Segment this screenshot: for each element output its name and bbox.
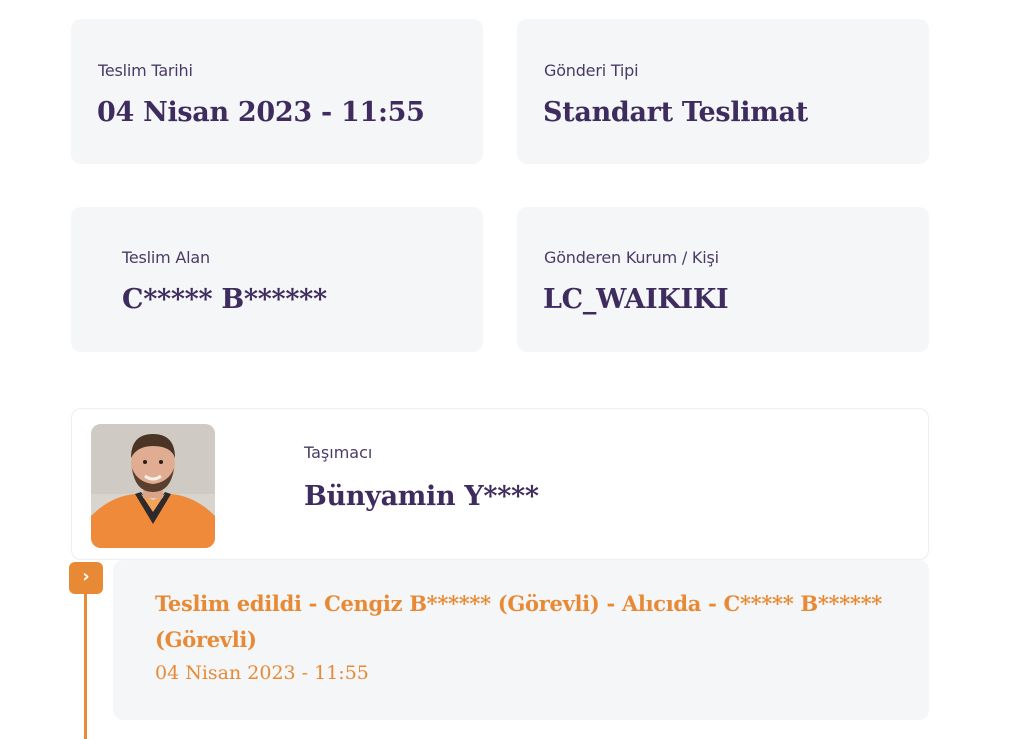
chevron-right-icon[interactable]: › [69, 562, 103, 594]
carrier-label: Taşımacı [304, 443, 373, 462]
timeline-event-card: Teslim edildi - Cengiz B****** (Görevli)… [113, 560, 929, 720]
receiver-label: Teslim Alan [122, 248, 210, 267]
timeline-event-date: 04 Nisan 2023 - 11:55 [155, 662, 369, 684]
timeline-line [84, 594, 87, 739]
shipment-type-card: Gönderi Tipi Standart Teslimat [517, 19, 929, 164]
sender-card: Gönderen Kurum / Kişi LC_WAIKIKI [517, 207, 929, 352]
carrier-avatar [91, 424, 215, 548]
delivery-date-card: Teslim Tarihi 04 Nisan 2023 - 11:55 [71, 19, 483, 164]
carrier-card: Taşımacı Bünyamin Y**** [71, 408, 929, 560]
receiver-value: C***** B****** [122, 284, 327, 315]
delivery-date-label: Teslim Tarihi [98, 61, 193, 80]
sender-value: LC_WAIKIKI [543, 284, 729, 315]
carrier-name: Bünyamin Y**** [304, 481, 539, 512]
shipment-type-label: Gönderi Tipi [544, 61, 639, 80]
sender-label: Gönderen Kurum / Kişi [544, 248, 719, 267]
shipment-type-value: Standart Teslimat [543, 97, 808, 128]
delivery-date-value: 04 Nisan 2023 - 11:55 [97, 97, 425, 128]
timeline-event-title: Teslim edildi - Cengiz B****** (Görevli)… [155, 591, 882, 652]
receiver-card: Teslim Alan C***** B****** [71, 207, 483, 352]
carrier-photo-image [91, 424, 215, 548]
